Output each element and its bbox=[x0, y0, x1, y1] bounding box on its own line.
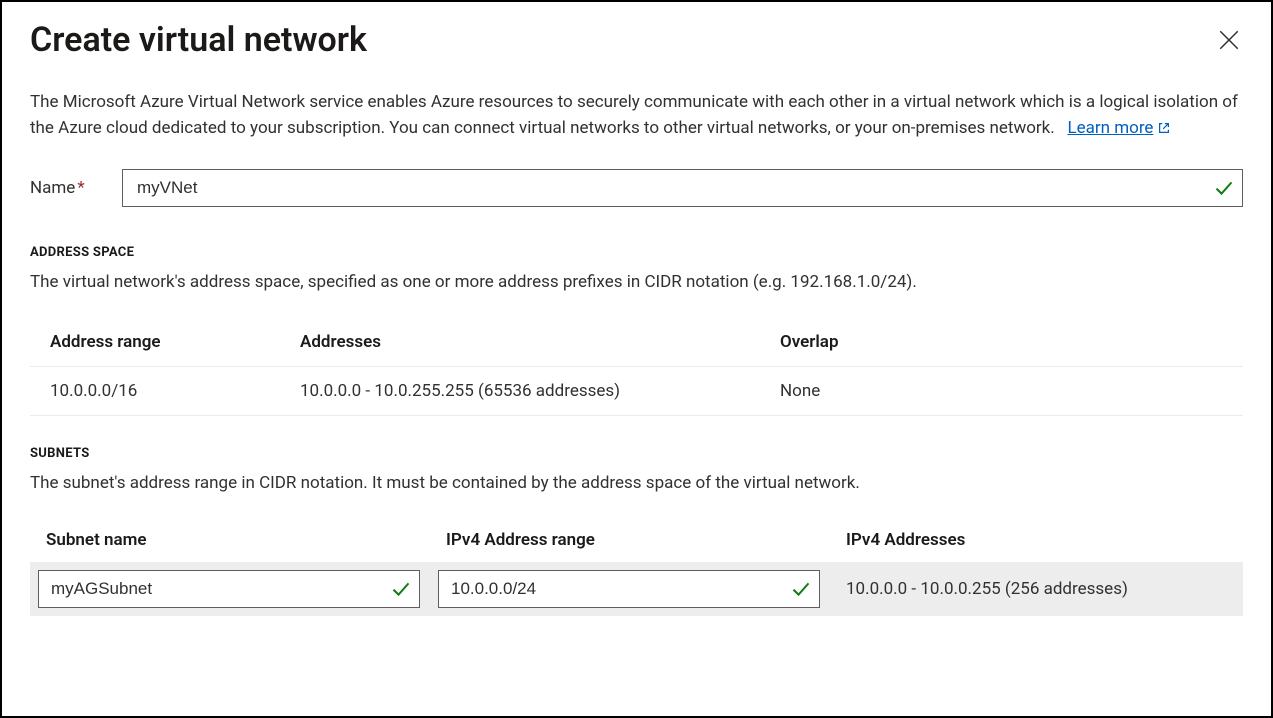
create-vnet-panel: Create virtual network The Microsoft Azu… bbox=[0, 0, 1273, 718]
name-label: Name* bbox=[30, 178, 108, 198]
name-input-wrap bbox=[122, 169, 1243, 207]
cell-addresses: 10.0.0.0 - 10.0.255.255 (65536 addresses… bbox=[280, 366, 760, 415]
subnet-range-input-wrap bbox=[438, 570, 820, 608]
learn-more-link[interactable]: Learn more bbox=[1067, 115, 1171, 141]
col-subnet-range: IPv4 Address range bbox=[430, 518, 830, 562]
col-subnet-addresses: IPv4 Addresses bbox=[830, 518, 1243, 562]
name-label-text: Name bbox=[30, 178, 75, 198]
col-subnet-name: Subnet name bbox=[30, 518, 430, 562]
subnet-name-input[interactable] bbox=[49, 578, 385, 600]
panel-description: The Microsoft Azure Virtual Network serv… bbox=[30, 89, 1243, 142]
external-link-icon bbox=[1157, 121, 1171, 135]
name-field-row: Name* bbox=[30, 169, 1243, 207]
address-space-section: ADDRESS SPACE The virtual network's addr… bbox=[30, 245, 1243, 416]
col-overlap: Overlap bbox=[760, 318, 1243, 367]
address-space-table: Address range Addresses Overlap 10.0.0.0… bbox=[30, 318, 1243, 416]
subnet-addresses-cell: 10.0.0.0 - 10.0.0.255 (256 addresses) bbox=[838, 579, 1233, 599]
description-text: The Microsoft Azure Virtual Network serv… bbox=[30, 92, 1238, 138]
address-space-description: The virtual network's address space, spe… bbox=[30, 270, 1243, 296]
checkmark-icon bbox=[791, 579, 811, 599]
subnets-heading: SUBNETS bbox=[30, 446, 1243, 461]
learn-more-label: Learn more bbox=[1067, 115, 1153, 141]
cell-address-range: 10.0.0.0/16 bbox=[30, 366, 280, 415]
close-button[interactable] bbox=[1215, 26, 1243, 57]
col-address-range: Address range bbox=[30, 318, 280, 367]
panel-header: Create virtual network bbox=[30, 20, 1243, 61]
required-asterisk: * bbox=[77, 178, 84, 198]
checkmark-icon bbox=[391, 579, 411, 599]
subnet-range-input[interactable] bbox=[449, 578, 785, 600]
name-input[interactable] bbox=[135, 177, 1206, 199]
subnets-section: SUBNETS The subnet's address range in CI… bbox=[30, 446, 1243, 617]
close-icon bbox=[1219, 30, 1239, 50]
subnets-description: The subnet's address range in CIDR notat… bbox=[30, 471, 1243, 497]
subnets-table: Subnet name IPv4 Address range IPv4 Addr… bbox=[30, 518, 1243, 616]
subnet-name-input-wrap bbox=[38, 570, 420, 608]
table-row: 10.0.0.0/16 10.0.0.0 - 10.0.255.255 (655… bbox=[30, 366, 1243, 415]
checkmark-icon bbox=[1214, 178, 1234, 198]
address-space-heading: ADDRESS SPACE bbox=[30, 245, 1243, 260]
page-title: Create virtual network bbox=[30, 20, 367, 61]
table-row: 10.0.0.0 - 10.0.0.255 (256 addresses) bbox=[30, 562, 1243, 616]
cell-overlap: None bbox=[760, 366, 1243, 415]
col-addresses: Addresses bbox=[280, 318, 760, 367]
